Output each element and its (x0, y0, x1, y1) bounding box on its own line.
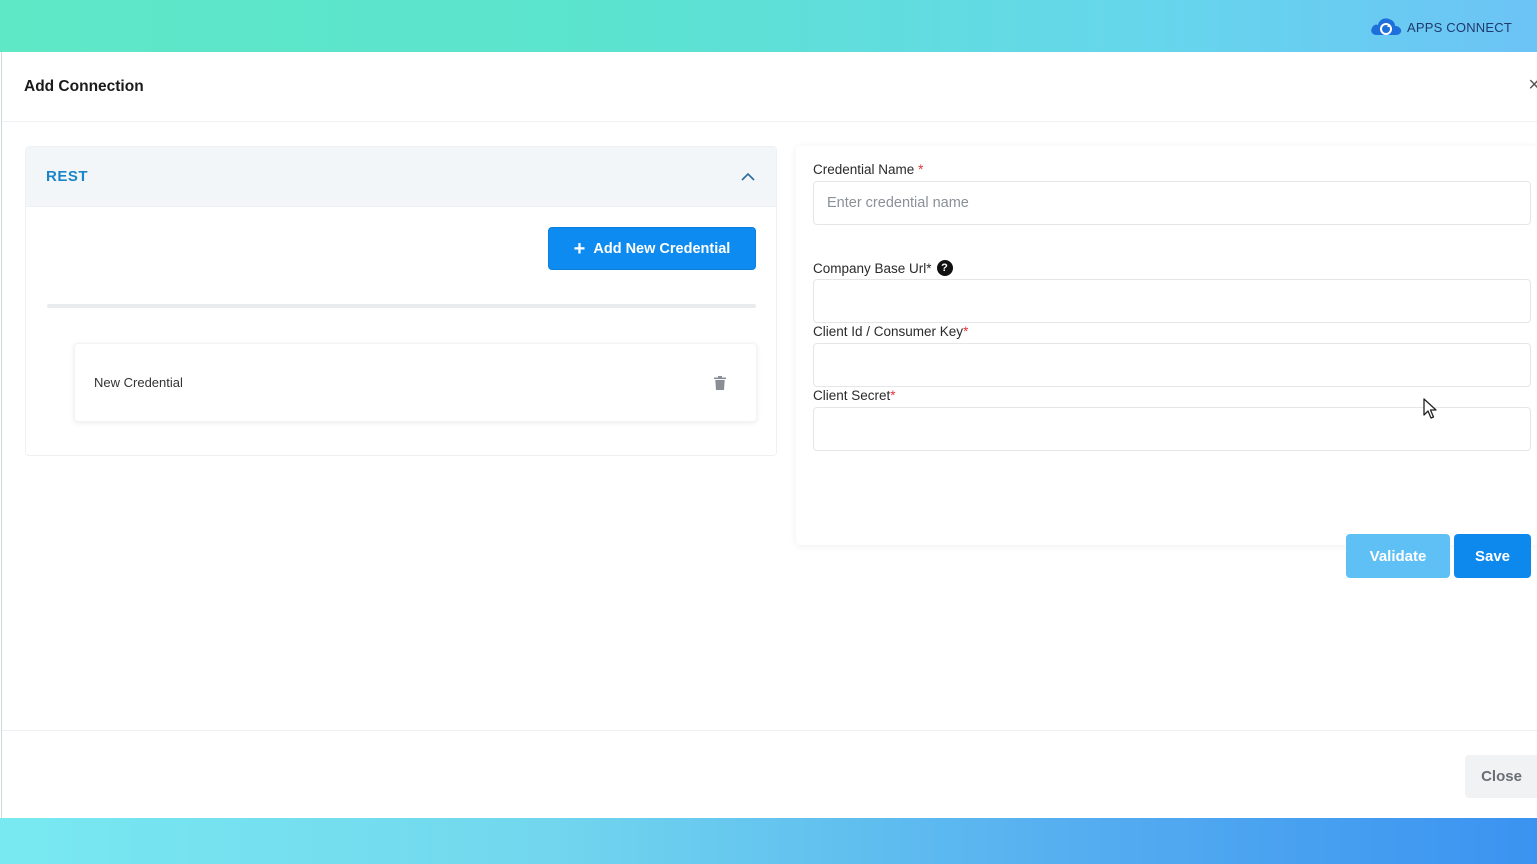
credential-form: Credential Name * Company Base Url* ? Cl… (796, 146, 1537, 578)
company-base-url-input[interactable] (813, 279, 1531, 323)
rest-accordion: REST + Add New Credential New Credential (25, 146, 777, 456)
cloud-sync-icon (1371, 18, 1402, 35)
brand-logo: APPS CONNECT (1369, 14, 1512, 40)
add-new-credential-label: Add New Credential (593, 240, 731, 257)
client-id-input[interactable] (813, 343, 1531, 387)
close-icon[interactable]: × (1528, 74, 1537, 97)
modal-title: Add Connection (24, 77, 144, 95)
plus-icon: + (573, 237, 586, 260)
accordion-title: REST (46, 168, 89, 185)
brand-name: APPS CONNECT (1407, 19, 1512, 35)
add-connection-modal: Add Connection × REST + Add New Credenti… (1, 52, 1537, 818)
footer-divider (2, 730, 1537, 731)
trash-icon[interactable] (714, 375, 726, 390)
save-button[interactable]: Save (1454, 534, 1531, 578)
mouse-cursor-icon (1423, 398, 1437, 419)
chevron-up-icon[interactable] (740, 172, 756, 182)
modal-header: Add Connection × (2, 52, 1537, 122)
validate-button[interactable]: Validate (1346, 534, 1450, 578)
credential-name-input[interactable] (813, 181, 1531, 225)
client-id-label: Client Id / Consumer Key* (813, 324, 969, 339)
divider (47, 304, 756, 308)
add-new-credential-button[interactable]: + Add New Credential (548, 227, 756, 270)
credential-item[interactable]: New Credential (74, 343, 757, 422)
close-button[interactable]: Close (1465, 755, 1537, 798)
client-secret-label: Client Secret* (813, 388, 896, 403)
company-base-url-label: Company Base Url* ? (813, 260, 953, 276)
top-banner: APPS CONNECT (0, 0, 1537, 52)
credential-name-label: Credential Name * (813, 162, 924, 177)
bottom-banner (0, 818, 1537, 864)
credential-name: New Credential (94, 375, 183, 390)
accordion-header[interactable]: REST (26, 147, 776, 207)
help-icon[interactable]: ? (936, 260, 953, 276)
